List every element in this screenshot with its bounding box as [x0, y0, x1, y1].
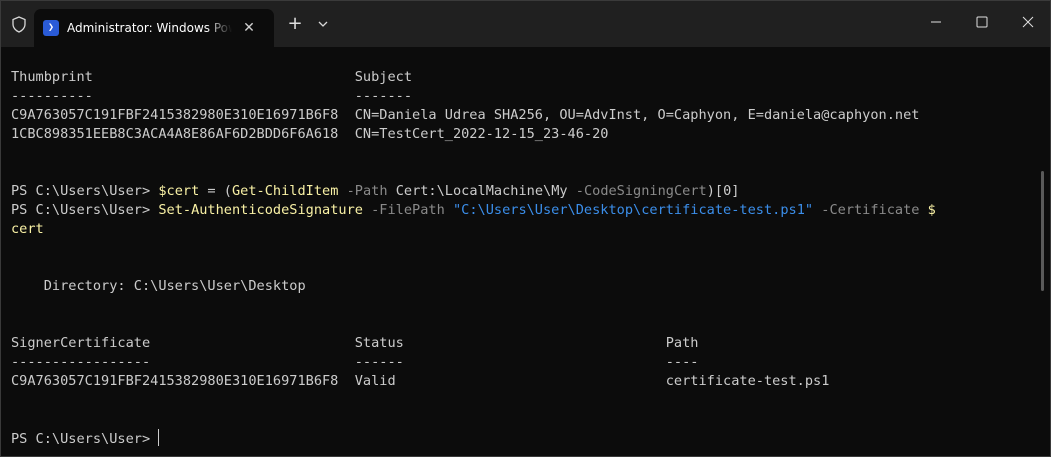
maximize-icon[interactable]	[959, 1, 1005, 43]
window-close-icon[interactable]	[1005, 1, 1051, 43]
text-cursor	[158, 429, 160, 446]
tab-powershell[interactable]: ❯ Administrator: Windows PowerShell ✕	[34, 9, 274, 47]
title-bar[interactable]: ❯ Administrator: Windows PowerShell ✕ +	[1, 1, 1050, 47]
prompt: PS C:\Users\User>	[11, 202, 159, 218]
terminal-output[interactable]: Thumbprint Subject ---------- ------- C9…	[11, 68, 1035, 448]
tab-title: Administrator: Windows PowerShell	[67, 20, 232, 36]
command-line-1: PS C:\Users\User> $cert = (Get-ChildItem…	[11, 182, 1035, 201]
plus-icon[interactable]: +	[285, 14, 305, 34]
string-argument: "C:\Users\User\Desktop\certificate-test.…	[444, 202, 814, 218]
cmdlet: Get-ChildItem	[232, 183, 339, 199]
powershell-icon: ❯	[43, 20, 59, 36]
variable: cert	[11, 221, 44, 237]
prompt: PS C:\Users\User>	[11, 183, 159, 199]
index-expression: )[0]	[706, 183, 740, 199]
parameter: -Certificate	[813, 202, 920, 218]
argument: Cert:\LocalMachine\My	[387, 183, 568, 199]
parameter: -FilePath	[362, 202, 445, 218]
signature-table-divider: ----------------- ------ ----	[11, 354, 699, 370]
final-prompt-line[interactable]: PS C:\Users\User>	[11, 429, 1035, 448]
close-icon[interactable]: ✕	[241, 20, 257, 36]
cert-table-row: C9A763057C191FBF2415382980E310E16971B6F8…	[11, 107, 920, 123]
cmdlet: Set-AuthenticodeSignature	[158, 202, 363, 218]
command-line-2-wrap: cert	[11, 220, 1035, 239]
parameter: -Path	[338, 183, 388, 199]
cert-table-header: Thumbprint Subject	[11, 69, 413, 85]
operator: = (	[199, 183, 232, 199]
cert-table-row: 1CBC898351EEB8C3ACA4A8E86AF6D2BDD6F6A618…	[11, 126, 609, 142]
variable: $cert	[158, 183, 200, 199]
variable: $	[919, 202, 936, 218]
shield-icon	[12, 16, 26, 33]
directory-line: Directory: C:\Users\User\Desktop	[11, 278, 306, 294]
parameter: -CodeSigningCert	[567, 183, 707, 199]
signature-table-header: SignerCertificate Status Path	[11, 335, 699, 351]
scrollbar[interactable]	[1041, 171, 1044, 291]
chevron-down-icon[interactable]	[314, 14, 332, 34]
minimize-icon[interactable]	[913, 1, 959, 43]
signature-table-row: C9A763057C191FBF2415382980E310E16971B6F8…	[11, 373, 830, 389]
cert-table-divider: ---------- -------	[11, 88, 413, 104]
prompt: PS C:\Users\User>	[11, 431, 159, 447]
terminal-window: ❯ Administrator: Windows PowerShell ✕ + …	[0, 0, 1051, 457]
command-line-2: PS C:\Users\User> Set-AuthenticodeSignat…	[11, 201, 1035, 220]
